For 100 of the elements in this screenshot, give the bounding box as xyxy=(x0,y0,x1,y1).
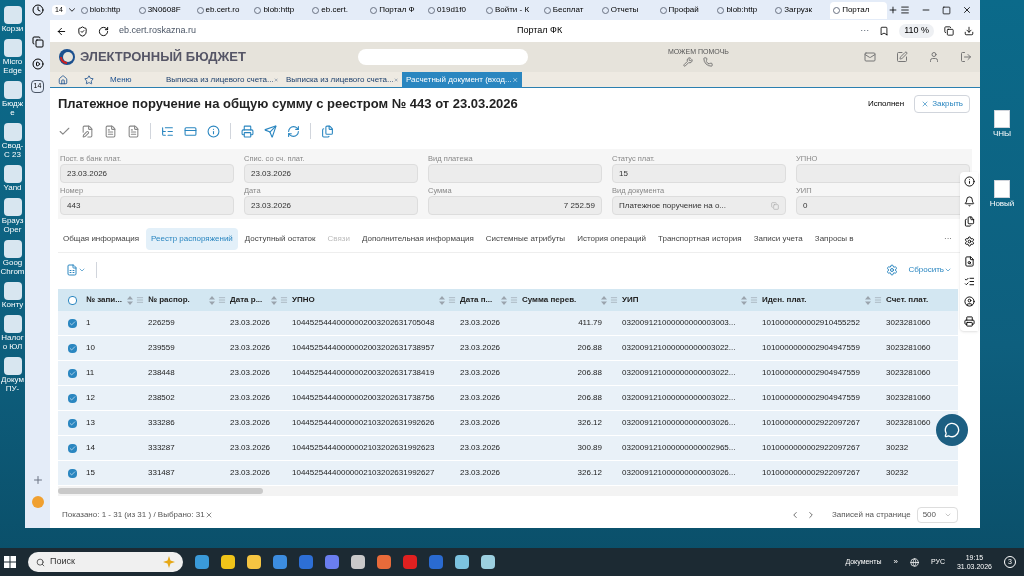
browser-tab[interactable]: blob:http xyxy=(77,1,135,19)
chat-button[interactable] xyxy=(936,414,968,446)
close-tab-icon[interactable] xyxy=(511,75,518,84)
browser-tab[interactable]: Отчеты xyxy=(598,1,656,19)
user-icon[interactable] xyxy=(928,51,940,63)
bookmark-icon[interactable] xyxy=(879,26,890,36)
desktop-shortcut-icon[interactable] xyxy=(3,315,22,333)
table-row[interactable]: 10 239559 23.03.2026 10445254440000002003202631738957 23.03.2026 206.88 032009121000000000003022... 1010000000002904947559 3023281060 xyxy=(58,336,958,362)
input-field[interactable]: 7 252.59 xyxy=(428,196,602,216)
user-circle-icon[interactable] xyxy=(963,296,975,307)
close-button[interactable]: Закрыть xyxy=(914,94,970,113)
menu-link[interactable]: Меню xyxy=(102,73,162,86)
taskbar-app-icon[interactable] xyxy=(429,555,443,569)
send-icon[interactable] xyxy=(264,124,277,138)
input-field[interactable]: 23.03.2026 xyxy=(244,196,418,216)
desktop-shortcut-icon[interactable] xyxy=(3,81,22,99)
settings-icon[interactable] xyxy=(963,236,975,247)
app-tab[interactable]: Выписка из лицевого счета... xyxy=(162,71,282,88)
more-button[interactable]: ··· xyxy=(860,24,870,38)
sort-icon[interactable] xyxy=(271,295,277,305)
input-field[interactable]: 23.03.2026 xyxy=(60,164,234,184)
table-row[interactable]: 12 238502 23.03.2026 10445254440000002003202631738756 23.03.2026 206.88 032009121000000000003022... 1010000000002904947559 3023281060 xyxy=(58,386,958,412)
desktop-shortcut-icon[interactable] xyxy=(3,240,22,258)
tab[interactable]: Доступный остаток xyxy=(239,227,321,250)
column-header[interactable]: УИП xyxy=(622,294,738,307)
tab[interactable]: Общая информация xyxy=(58,227,145,250)
desktop-shortcut-icon[interactable] xyxy=(3,123,22,141)
column-header[interactable]: Сумма перев. xyxy=(522,294,598,307)
edit-icon[interactable] xyxy=(896,51,908,63)
table-row[interactable]: 13 333286 23.03.2026 10445254440000002103202631992626 23.03.2026 326.12 032009121000000000003026... 1010000000002922097267 3023281060 xyxy=(58,411,958,437)
checkbox[interactable] xyxy=(67,468,77,478)
browser-tab[interactable]: eb.cert.ro xyxy=(193,1,251,19)
browser-tab[interactable]: Бесплат xyxy=(540,1,598,19)
taskbar-app-icon[interactable] xyxy=(403,555,417,569)
tab[interactable]: Запросы в xyxy=(809,227,859,250)
tab-list-icon[interactable] xyxy=(66,5,77,15)
table-row[interactable]: 15 331487 23.03.2026 10445254440000002103202631992627 23.03.2026 326.12 032009121000000000003026... 1010000000002922097267 30232 xyxy=(58,461,958,487)
browser-tab[interactable]: Профай xyxy=(656,1,714,19)
download-icon[interactable] xyxy=(964,26,974,36)
taskbar-app-icon[interactable] xyxy=(455,555,469,569)
column-header[interactable]: № запи... xyxy=(86,294,124,307)
menu-icon[interactable] xyxy=(900,5,910,15)
sort-icon[interactable] xyxy=(501,295,507,305)
checkbox[interactable] xyxy=(67,318,77,328)
browser-tab[interactable]: blob:http xyxy=(714,1,772,19)
browser-tab[interactable]: 3N0608F xyxy=(135,1,193,19)
sort-icon[interactable] xyxy=(127,295,133,305)
windows-start-icon[interactable] xyxy=(4,556,16,568)
phone-icon[interactable] xyxy=(703,57,714,68)
mail-icon[interactable] xyxy=(864,51,876,63)
taskbar-app-icon[interactable] xyxy=(247,555,261,569)
sort-icon[interactable] xyxy=(741,295,747,305)
taskbar-app-icon[interactable] xyxy=(481,555,495,569)
notification-icon[interactable] xyxy=(963,196,975,207)
reload-icon[interactable] xyxy=(98,25,109,37)
tab[interactable]: Реестр распоряжений xyxy=(146,227,238,250)
history-icon[interactable] xyxy=(31,4,44,16)
column-header[interactable]: Дата п... xyxy=(460,294,498,307)
taskbar-app-icon[interactable] xyxy=(221,555,235,569)
checkbox[interactable] xyxy=(67,443,77,453)
info-icon[interactable] xyxy=(963,176,975,187)
checkbox[interactable] xyxy=(67,393,77,403)
column-header[interactable]: № распор. xyxy=(148,294,206,307)
favorites-icon[interactable] xyxy=(84,74,94,85)
taskbar-app-icon[interactable] xyxy=(195,555,209,569)
horizontal-scrollbar[interactable] xyxy=(58,488,263,495)
browser-tab[interactable]: 019d1f0 xyxy=(425,1,482,19)
taskbar-app-icon[interactable] xyxy=(273,555,287,569)
input-field[interactable]: 23.03.2026 xyxy=(244,164,418,184)
zoom-button[interactable]: 110 % xyxy=(899,24,934,38)
taskbar-search-field[interactable]: Поиск xyxy=(28,552,183,572)
copy-documents-icon[interactable] xyxy=(963,216,975,227)
tab[interactable]: История операций xyxy=(572,227,652,250)
browser-tab[interactable]: blob:http xyxy=(251,1,309,19)
tab[interactable]: Транспортная история xyxy=(653,227,747,250)
page-size-select[interactable]: 500 xyxy=(916,507,958,524)
document-search-icon[interactable] xyxy=(963,256,975,267)
back-icon[interactable] xyxy=(56,25,67,37)
card-icon[interactable] xyxy=(184,124,197,138)
desktop-shortcut-icon[interactable] xyxy=(3,6,22,24)
browser-tab[interactable]: Портал Ф xyxy=(367,1,425,19)
reset-button[interactable]: Сбросить xyxy=(908,264,952,277)
toolbar-chevron[interactable]: » xyxy=(893,556,898,568)
tree-list-icon[interactable] xyxy=(161,124,174,138)
taskbar-app-icon[interactable] xyxy=(351,555,365,569)
tab[interactable]: Дополнительная информация xyxy=(357,227,479,250)
collections-icon[interactable] xyxy=(31,36,44,48)
desktop-shortcut-icon[interactable] xyxy=(3,165,22,183)
network-icon[interactable] xyxy=(909,557,919,567)
clear-selection-icon[interactable] xyxy=(204,511,213,520)
checkbox[interactable] xyxy=(67,343,77,353)
column-header[interactable]: Дата р... xyxy=(230,294,268,307)
browser-tab[interactable]: Портал xyxy=(830,1,888,19)
wrench-icon[interactable] xyxy=(683,57,694,68)
desktop-shortcut-icon[interactable] xyxy=(3,39,22,57)
taskbar-app-icon[interactable] xyxy=(299,555,313,569)
column-header[interactable]: Иден. плат. xyxy=(762,294,862,307)
printer-icon[interactable] xyxy=(963,316,975,327)
checkbox[interactable] xyxy=(67,295,77,305)
app-tab[interactable]: Выписка из лицевого счета... xyxy=(282,71,402,88)
